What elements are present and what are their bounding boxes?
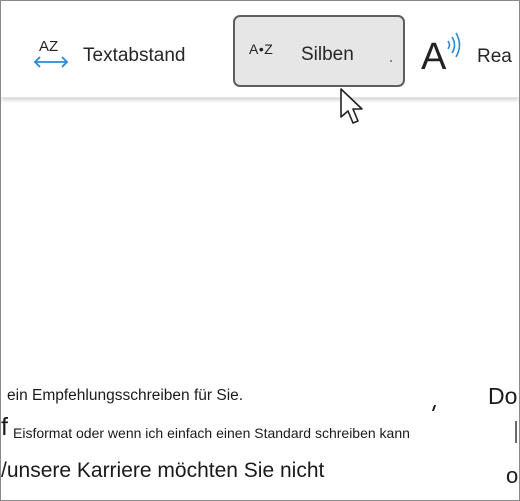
- document-text-line: /unsere Karriere möchten Sie nicht: [1, 459, 325, 482]
- syllables-button[interactable]: A•Z Silben: [233, 15, 405, 87]
- document-text-fragment: Do: [488, 383, 518, 409]
- syllables-label: Silben: [301, 44, 354, 65]
- text-spacing-label: Textabstand: [83, 45, 186, 66]
- read-aloud-button[interactable]: A Rea: [421, 29, 519, 77]
- toolbar-ribbon: AZ Textabstand A•Z Silben A Rea: [1, 1, 519, 98]
- svg-text:AZ: AZ: [39, 38, 58, 55]
- document-text-fragment: f: [1, 413, 8, 441]
- mouse-pointer-icon: [340, 88, 363, 124]
- read-aloud-icon: A: [421, 32, 461, 73]
- document-text-line: Eisformat oder wenn ich einfach einen St…: [13, 425, 410, 441]
- syllables-icon: A•Z: [249, 41, 274, 57]
- text-caret: [515, 421, 517, 443]
- text-spacing-icon: AZ: [33, 38, 69, 68]
- svg-text:A: A: [421, 36, 447, 73]
- text-spacing-button[interactable]: AZ Textabstand: [25, 35, 215, 75]
- immersive-reader-window: AZ Textabstand A•Z Silben A Rea ein Empf…: [0, 0, 520, 501]
- text-mark: [431, 405, 437, 411]
- focus-dot: [390, 60, 392, 62]
- document-text-fragment: o: [506, 463, 519, 488]
- read-aloud-label: Rea: [477, 46, 512, 67]
- document-text-line: ein Empfehlungsschreiben für Sie.: [7, 387, 244, 404]
